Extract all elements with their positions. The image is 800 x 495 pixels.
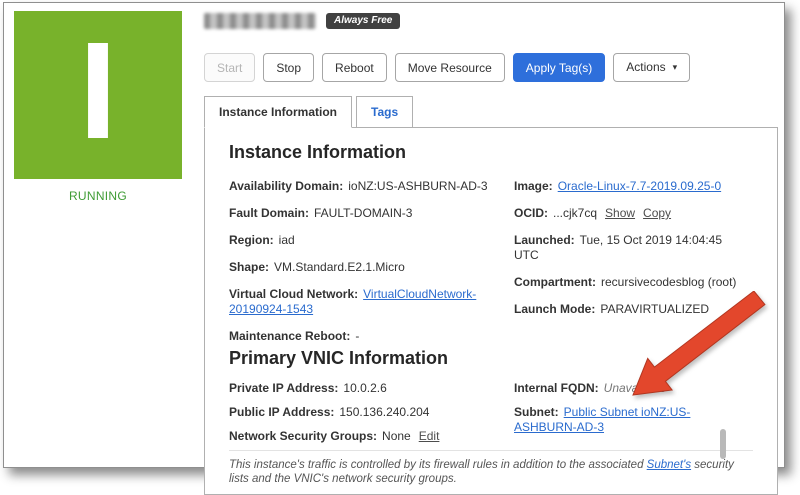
start-button[interactable]: Start [204, 53, 255, 82]
instance-info-left-column: Availability Domain:ioNZ:US-ASHBURN-AD-3… [229, 179, 514, 344]
firewall-note-text-before: This instance's traffic is controlled by… [229, 459, 647, 471]
field-ocid: OCID:...cjk7cqShowCopy [514, 206, 753, 221]
instance-info-right-column: Image:Oracle-Linux-7.7-2019.09.25-0 OCID… [514, 179, 753, 344]
instance-letter-icon: I [79, 22, 117, 160]
ocid-copy-link[interactable]: Copy [643, 206, 671, 220]
actions-label: Actions [626, 60, 665, 74]
section-heading-instance-information: Instance Information [229, 142, 753, 163]
section-heading-primary-vnic: Primary VNIC Information [229, 348, 753, 369]
instance-status: RUNNING [14, 189, 182, 203]
tab-bar: Instance Information Tags [204, 96, 778, 127]
toolbar: Start Stop Reboot Move Resource Apply Ta… [204, 53, 778, 82]
instance-name-redacted [204, 13, 316, 29]
field-launched: Launched:Tue, 15 Oct 2019 14:04:45 UTC [514, 233, 753, 263]
vnic-info-left-column: Private IP Address:10.0.2.6 Public IP Ad… [229, 381, 514, 444]
reboot-button[interactable]: Reboot [322, 53, 387, 82]
ocid-show-link[interactable]: Show [605, 206, 635, 220]
firewall-note: This instance's traffic is controlled by… [229, 450, 753, 486]
chevron-down-icon: ▾ [673, 60, 678, 74]
footnote-subnet-link[interactable]: Subnet's [647, 459, 691, 471]
stop-button[interactable]: Stop [263, 53, 314, 82]
always-free-badge: Always Free [326, 13, 400, 29]
nsg-edit-link[interactable]: Edit [419, 429, 440, 443]
vnic-info-grid: Private IP Address:10.0.2.6 Public IP Ad… [229, 381, 753, 444]
apply-tags-button[interactable]: Apply Tag(s) [513, 53, 605, 82]
instance-information-panel: Instance Information Availability Domain… [204, 127, 778, 495]
instance-state-icon: I [14, 11, 182, 179]
actions-dropdown-button[interactable]: Actions ▾ [613, 53, 690, 82]
field-shape: Shape:VM.Standard.E2.1.Micro [229, 260, 514, 275]
tab-instance-information[interactable]: Instance Information [204, 96, 352, 128]
scrollbar-thumb[interactable] [720, 429, 726, 459]
field-private-ip: Private IP Address:10.0.2.6 [229, 381, 514, 396]
field-virtual-cloud-network: Virtual Cloud Network:VirtualCloudNetwor… [229, 287, 514, 317]
field-network-security-groups: Network Security Groups:NoneEdit [229, 429, 514, 444]
field-compartment: Compartment:recursivecodesblog (root) [514, 275, 753, 290]
main-content: Always Free Start Stop Reboot Move Resou… [204, 3, 778, 495]
instance-info-grid: Availability Domain:ioNZ:US-ASHBURN-AD-3… [229, 179, 753, 344]
vnic-info-right-column: Internal FQDN:Unavailable Subnet:Public … [514, 381, 753, 444]
field-image: Image:Oracle-Linux-7.7-2019.09.25-0 [514, 179, 753, 194]
field-fault-domain: Fault Domain:FAULT-DOMAIN-3 [229, 206, 514, 221]
image-link[interactable]: Oracle-Linux-7.7-2019.09.25-0 [558, 179, 721, 193]
field-region: Region:iad [229, 233, 514, 248]
field-public-ip: Public IP Address:150.136.240.204 [229, 405, 514, 420]
instance-details-window: I RUNNING Always Free Start Stop Reboot … [3, 2, 785, 468]
field-subnet: Subnet:Public Subnet ioNZ:US-ASHBURN-AD-… [514, 405, 753, 435]
field-internal-fqdn: Internal FQDN:Unavailable [514, 381, 753, 396]
screenshot-page: I RUNNING Always Free Start Stop Reboot … [0, 0, 800, 478]
field-maintenance-reboot: Maintenance Reboot:- [229, 329, 514, 344]
title-row: Always Free [204, 11, 778, 31]
tab-tags[interactable]: Tags [356, 96, 413, 128]
field-launch-mode: Launch Mode:PARAVIRTUALIZED [514, 302, 753, 317]
field-availability-domain: Availability Domain:ioNZ:US-ASHBURN-AD-3 [229, 179, 514, 194]
move-resource-button[interactable]: Move Resource [395, 53, 505, 82]
